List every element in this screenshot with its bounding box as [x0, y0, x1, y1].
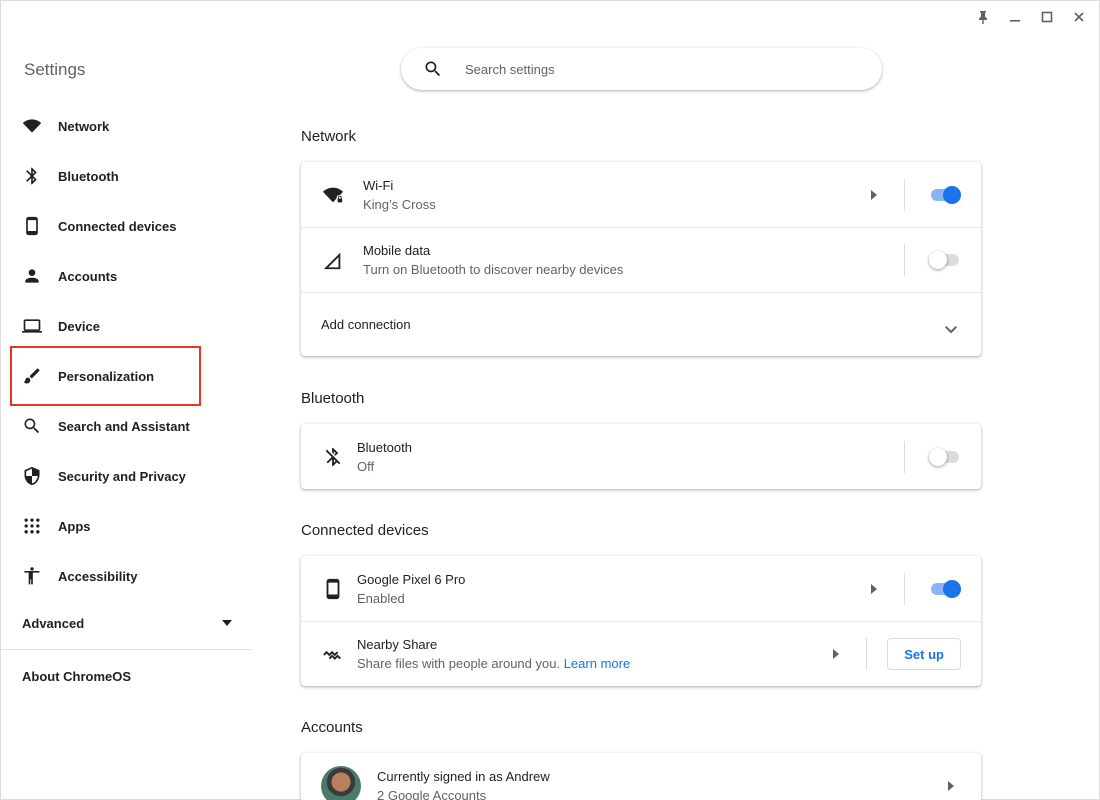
- apps-grid-icon: [22, 516, 42, 536]
- sidebar-item-label: Apps: [58, 518, 91, 534]
- vertical-divider: [904, 572, 905, 605]
- accounts-count: 2 Google Accounts: [377, 787, 487, 800]
- sidebar-item-label: Connected devices: [58, 218, 177, 234]
- nearby-share-label: Nearby Share: [357, 637, 438, 652]
- phone-hub-row[interactable]: Google Pixel 6 Pro Enabled: [301, 556, 981, 621]
- sidebar-item-personalization[interactable]: Personalization: [10, 346, 201, 406]
- arrow-right-icon[interactable]: [941, 776, 961, 796]
- phone-icon: [321, 577, 345, 601]
- close-icon[interactable]: [1063, 7, 1095, 27]
- search-input[interactable]: [465, 61, 825, 77]
- setup-button[interactable]: Set up: [887, 638, 961, 670]
- sidebar-item-security-and-privacy[interactable]: Security and Privacy: [1, 451, 252, 501]
- vertical-divider: [866, 638, 868, 670]
- wifi-network-name: King’s Cross: [363, 196, 436, 212]
- sidebar-item-label: Bluetooth: [58, 168, 119, 184]
- add-connection-label: Add connection: [321, 317, 411, 332]
- window-controls: [967, 7, 1095, 27]
- search-icon: [22, 416, 42, 436]
- nearby-share-icon: [321, 642, 345, 666]
- sidebar-item-about[interactable]: About ChromeOS: [22, 669, 131, 684]
- network-card: Wi-Fi King’s Cross Mobile data Turn on B…: [301, 162, 981, 356]
- brush-icon: [22, 366, 42, 386]
- wifi-secure-icon: [321, 183, 345, 207]
- section-title-connected-devices: Connected devices: [301, 522, 429, 539]
- signed-in-label: Currently signed in as Andrew: [377, 768, 550, 784]
- section-title-bluetooth: Bluetooth: [301, 390, 365, 407]
- arrow-right-icon[interactable]: [864, 579, 884, 599]
- section-title-accounts: Accounts: [301, 719, 363, 736]
- vertical-divider: [904, 244, 905, 276]
- arrow-right-icon[interactable]: [864, 185, 884, 205]
- sidebar-item-label: Accounts: [58, 268, 118, 284]
- accounts-card: Currently signed in as Andrew 2 Google A…: [301, 753, 981, 800]
- accessibility-icon: [22, 566, 42, 586]
- vertical-divider: [904, 178, 905, 211]
- sidebar-item-network[interactable]: Network: [1, 101, 252, 151]
- maximize-icon[interactable]: [1031, 7, 1063, 27]
- bluetooth-icon: [22, 166, 42, 186]
- bluetooth-disabled-icon: [321, 445, 345, 469]
- sidebar-item-apps[interactable]: Apps: [1, 501, 252, 551]
- bluetooth-label: Bluetooth: [357, 439, 412, 455]
- mobile-data-row[interactable]: Mobile data Turn on Bluetooth to discove…: [301, 227, 981, 292]
- advanced-label: Advanced: [22, 615, 85, 631]
- sidebar-item-connected-devices[interactable]: Connected devices: [1, 201, 252, 251]
- bluetooth-toggle[interactable]: [929, 447, 961, 467]
- sidebar-divider: [1, 649, 252, 650]
- shield-icon: [22, 466, 42, 486]
- mobile-data-toggle[interactable]: [929, 250, 961, 270]
- learn-more-link[interactable]: Learn more: [564, 656, 630, 671]
- wifi-toggle[interactable]: [929, 185, 961, 205]
- sidebar-item-label: Security and Privacy: [58, 468, 186, 484]
- sidebar-item-accounts[interactable]: Accounts: [1, 251, 252, 301]
- add-connection-row[interactable]: Add connection: [301, 292, 981, 356]
- nearby-share-row[interactable]: Nearby Share Share files with people aro…: [301, 621, 981, 686]
- connected-devices-card: Google Pixel 6 Pro Enabled Nearby Share …: [301, 556, 981, 686]
- wifi-label: Wi-Fi: [363, 177, 394, 193]
- sidebar: Settings Network Bluetooth Connected dev…: [1, 1, 252, 800]
- sidebar-item-label: Device: [58, 318, 100, 334]
- person-icon: [22, 266, 42, 286]
- mobile-data-sub: Turn on Bluetooth to discover nearby dev…: [363, 262, 624, 277]
- mobile-data-label: Mobile data: [363, 243, 431, 258]
- section-title-network: Network: [301, 128, 357, 145]
- phone-toggle[interactable]: [929, 579, 961, 599]
- minimize-icon[interactable]: [999, 7, 1031, 27]
- bluetooth-status: Off: [357, 458, 375, 474]
- signed-in-row[interactable]: Currently signed in as Andrew 2 Google A…: [301, 753, 981, 800]
- laptop-icon: [22, 316, 42, 336]
- nearby-share-description: Share files with people around you.: [357, 656, 561, 671]
- signal-icon: [321, 248, 345, 272]
- sidebar-item-accessibility[interactable]: Accessibility: [1, 551, 252, 601]
- search-box[interactable]: [401, 48, 882, 90]
- bluetooth-row[interactable]: Bluetooth Off: [301, 424, 981, 489]
- vertical-divider: [904, 440, 905, 473]
- arrow-right-icon[interactable]: [826, 644, 846, 664]
- advanced-toggle[interactable]: Advanced: [1, 609, 252, 637]
- sidebar-item-label: Search and Assistant: [58, 418, 190, 434]
- pin-icon[interactable]: [967, 7, 999, 27]
- search-icon: [423, 59, 443, 79]
- sidebar-item-bluetooth[interactable]: Bluetooth: [1, 151, 252, 201]
- sidebar-item-device[interactable]: Device: [1, 301, 252, 351]
- bluetooth-card: Bluetooth Off: [301, 424, 981, 489]
- sidebar-item-label: Personalization: [58, 368, 155, 384]
- phone-icon: [22, 216, 42, 236]
- sidebar-item-label: Accessibility: [58, 568, 138, 584]
- sidebar-item-label: Network: [58, 118, 110, 134]
- sidebar-nav: Network Bluetooth Connected devices Acco…: [1, 101, 252, 601]
- avatar: [321, 765, 361, 800]
- nearby-share-sub: Share files with people around you. Lear…: [357, 656, 826, 671]
- phone-name: Google Pixel 6 Pro: [357, 571, 466, 587]
- phone-status: Enabled: [357, 590, 405, 606]
- wifi-row[interactable]: Wi-Fi King’s Cross: [301, 162, 981, 227]
- wifi-icon: [22, 116, 42, 136]
- app-title: Settings: [24, 60, 86, 79]
- chevron-down-icon: [945, 321, 957, 333]
- sidebar-item-search-and-assistant[interactable]: Search and Assistant: [1, 401, 252, 451]
- caret-down-icon: [222, 620, 232, 626]
